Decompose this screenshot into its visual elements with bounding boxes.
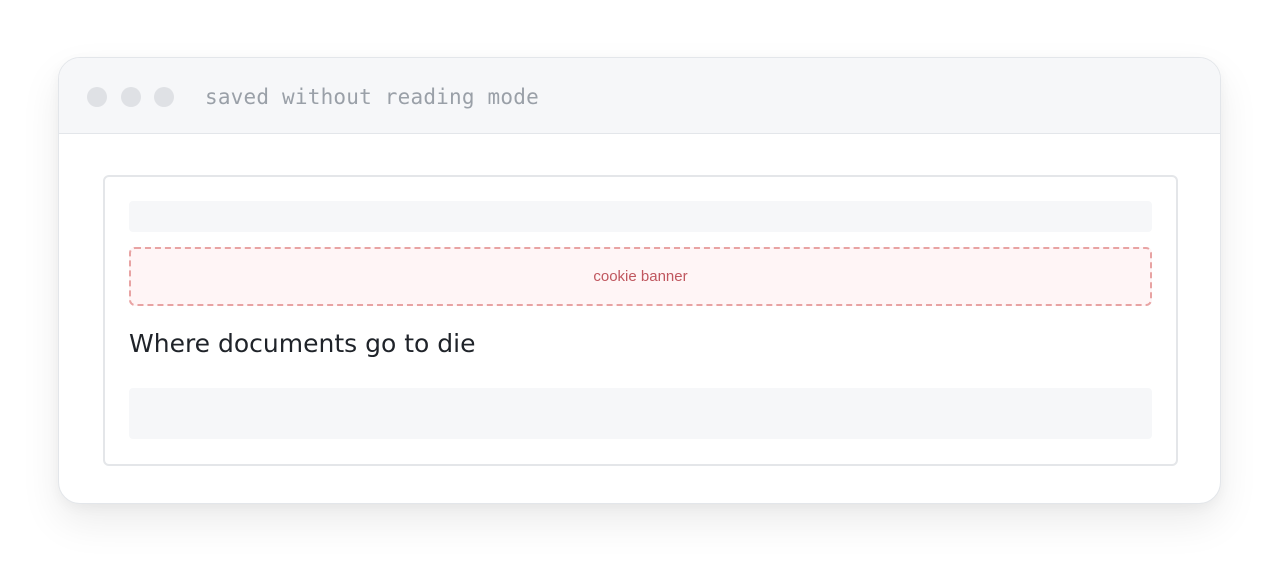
page-headline: Where documents go to die xyxy=(129,329,476,358)
placeholder-header-block xyxy=(129,201,1152,232)
window-control-dot-icon[interactable] xyxy=(87,87,107,107)
cookie-banner-label: cookie banner xyxy=(593,268,688,285)
window-control-dot-icon[interactable] xyxy=(154,87,174,107)
saved-page: cookie banner Where documents go to die xyxy=(103,175,1178,466)
placeholder-content-block xyxy=(129,388,1152,439)
window-title: saved without reading mode xyxy=(205,85,539,109)
browser-window: saved without reading mode cookie banner… xyxy=(58,57,1221,504)
window-control-dot-icon[interactable] xyxy=(121,87,141,107)
cookie-banner[interactable]: cookie banner xyxy=(129,247,1152,306)
title-bar: saved without reading mode xyxy=(59,58,1220,134)
